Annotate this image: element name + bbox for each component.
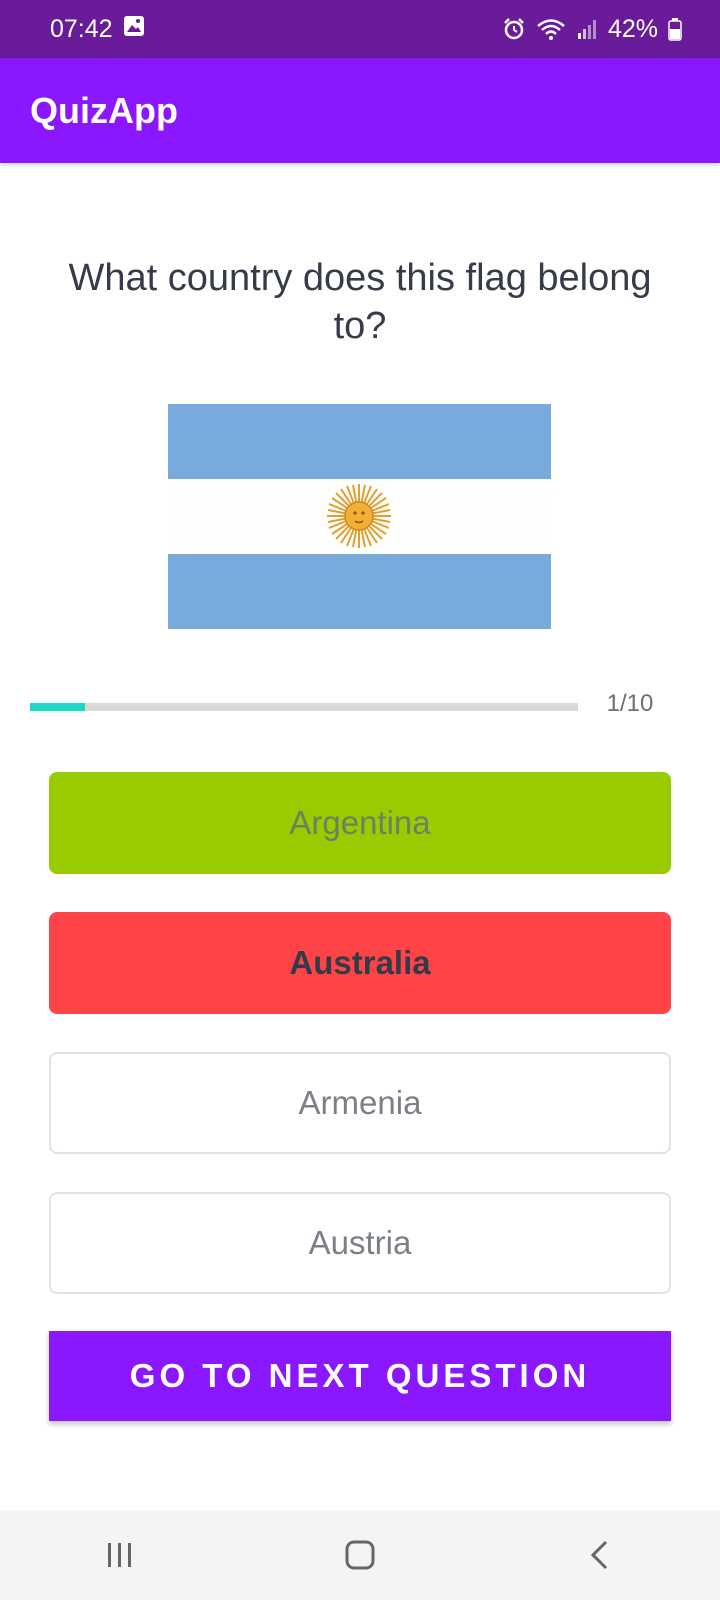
option-austria[interactable]: Austria — [49, 1192, 671, 1294]
wifi-icon — [536, 17, 566, 41]
progress-bar — [30, 703, 578, 711]
progress-fill — [30, 703, 85, 711]
navigation-bar — [0, 1510, 720, 1600]
option-argentina[interactable]: Argentina — [49, 772, 671, 874]
app-bar: QuizApp — [0, 58, 720, 163]
signal-icon — [576, 18, 598, 40]
back-icon[interactable] — [570, 1525, 630, 1585]
progress-label: 1/10 — [606, 690, 654, 717]
sun-icon — [327, 484, 391, 548]
battery-percent: 42% — [607, 14, 658, 43]
gallery-icon — [123, 15, 145, 44]
question-text: What country does this flag belong to? — [68, 257, 652, 347]
next-question-button[interactable]: GO TO NEXT QUESTION — [49, 1331, 671, 1421]
app-title: QuizApp — [30, 89, 178, 131]
alarm-icon — [502, 17, 526, 41]
home-icon[interactable] — [330, 1525, 390, 1585]
recent-apps-icon[interactable] — [90, 1525, 150, 1585]
argentina-flag-image — [168, 404, 551, 629]
status-right: 42% — [502, 15, 682, 44]
status-time: 07:42 — [50, 14, 113, 43]
option-armenia[interactable]: Armenia — [49, 1052, 671, 1154]
status-bar: 07:42 42% — [0, 0, 720, 58]
battery-icon — [668, 17, 682, 41]
status-left: 07:42 — [50, 15, 145, 44]
option-australia[interactable]: Australia — [49, 912, 671, 1014]
